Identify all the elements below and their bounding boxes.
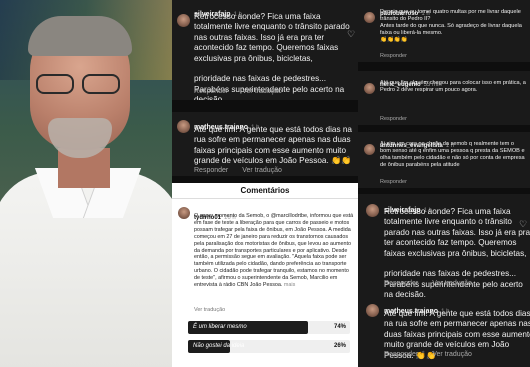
comment-actions: Responder Ver tradução bbox=[194, 88, 296, 95]
comment-card-top: silveirafajp 1 h Retrocesso aonde? Fica u… bbox=[172, 0, 358, 100]
avatar[interactable] bbox=[177, 14, 190, 27]
comment-text-block: Depois que eu tomei quatro multas por me… bbox=[380, 9, 526, 44]
translate-link[interactable]: Ver tradução bbox=[432, 280, 472, 287]
clap-emoji: 👏👏👏👏 bbox=[380, 37, 408, 44]
clap-emoji: 👏👏 bbox=[331, 156, 352, 166]
reply-link[interactable]: Responder bbox=[194, 167, 228, 174]
avatar[interactable] bbox=[364, 12, 375, 23]
comment-card-middle: matheus.trajano 1 h Até que fim! A gente … bbox=[172, 112, 358, 176]
comment-text-block: Até que fim! A gente que está todos dias… bbox=[194, 125, 352, 167]
reply-link[interactable]: Responder bbox=[380, 53, 407, 59]
comment-card-right-3: antunnes_evangelista 1 h Ai sim um cara n… bbox=[358, 132, 530, 188]
poll-option-label: Não gostei da ideia bbox=[193, 343, 245, 349]
divider bbox=[172, 198, 358, 199]
avatar[interactable] bbox=[364, 83, 375, 94]
photo-hair bbox=[28, 16, 132, 56]
reply-link[interactable]: Responder bbox=[380, 116, 407, 122]
reply-link[interactable]: Responder bbox=[380, 179, 407, 185]
comment-card-right-2: heric_eugenio 53 min Até que fim alguém c… bbox=[358, 71, 530, 125]
profile-photo bbox=[0, 0, 172, 367]
heart-icon[interactable]: ♡ bbox=[347, 30, 355, 39]
comment-text: O super momento da Semob, o @marcillodrt… bbox=[194, 213, 354, 289]
avatar[interactable] bbox=[366, 304, 379, 317]
comment-text: Retrocesso aonde? Fica uma faixa totalme… bbox=[194, 12, 350, 100]
poll-option-percent: 74% bbox=[333, 324, 346, 330]
avatar[interactable] bbox=[178, 207, 190, 219]
photo-glasses bbox=[36, 74, 124, 96]
comment-actions: Responder Ver tradução bbox=[384, 351, 486, 358]
translate-link[interactable]: Ver tradução bbox=[242, 88, 282, 95]
avatar[interactable] bbox=[364, 144, 375, 155]
comment-text-block: O super momento da Semob, o @marcillodrt… bbox=[194, 213, 354, 289]
comment-card-bottom-right: silveirafajp 1 h Retrocesso aonde? Fica u… bbox=[358, 194, 530, 367]
reply-link[interactable]: Responder bbox=[384, 280, 418, 287]
more-link[interactable]: mais bbox=[284, 282, 295, 288]
poll-option[interactable]: É um liberar mesmo 74% bbox=[188, 321, 350, 334]
comment-actions: Responder Ver tradução bbox=[384, 280, 486, 287]
translate-link[interactable]: Ver tradução bbox=[432, 351, 472, 358]
avatar[interactable] bbox=[366, 204, 379, 217]
poll-option[interactable]: Não gostei da ideia 26% bbox=[188, 340, 350, 353]
comment-text: Ai sim um cara na chefia da semob q real… bbox=[380, 141, 525, 169]
poll-option-label: É um liberar mesmo bbox=[193, 324, 247, 330]
comment-actions: Responder Ver tradução bbox=[194, 167, 296, 174]
comment-text: Depois que eu tomei quatro multas por me… bbox=[380, 9, 522, 37]
comment-card-right-1: paulobarroso 1 h Depois que eu tomei quat… bbox=[358, 0, 530, 62]
comment-text: Até que fim! A gente que está todos dias… bbox=[194, 125, 352, 166]
comments-sheet: Comentários tydirho01 16 h O super moment… bbox=[172, 183, 358, 367]
sheet-title: Comentários bbox=[240, 186, 290, 195]
reply-link[interactable]: Responder bbox=[194, 88, 228, 95]
avatar[interactable] bbox=[177, 120, 190, 133]
reply-link[interactable]: Responder bbox=[384, 351, 418, 358]
comment-text: Até que fim alguém chegou para colocar i… bbox=[380, 80, 526, 94]
translate-link[interactable]: Ver tradução bbox=[194, 307, 225, 313]
translate-link[interactable]: Ver tradução bbox=[242, 167, 282, 174]
poll-option-percent: 26% bbox=[333, 343, 346, 349]
heart-icon[interactable]: ♡ bbox=[519, 220, 527, 229]
